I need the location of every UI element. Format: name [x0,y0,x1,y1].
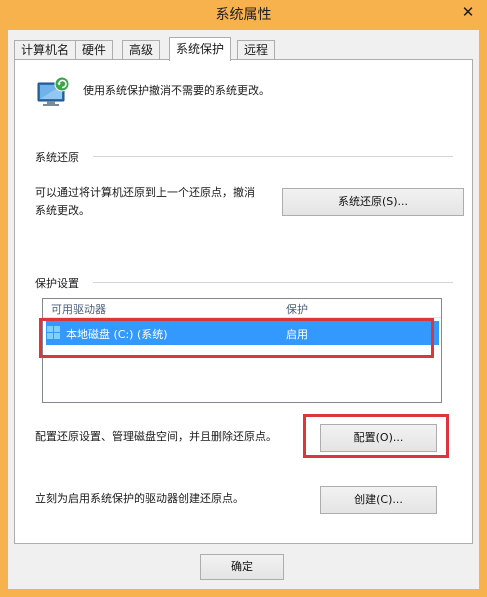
system-restore-button[interactable]: 系统还原(S)... [282,188,464,216]
system-restore-divider [93,156,453,157]
system-restore-description: 可以通过将计算机还原到上一个还原点，撤消 系统更改。 [35,184,285,220]
system-restore-description-line1: 可以通过将计算机还原到上一个还原点，撤消 [35,186,255,199]
tab-hardware[interactable]: 硬件 [75,40,114,59]
window-title: 系统属性 [215,7,272,23]
drive-name: 本地磁盘 (C:) (系统) [66,328,168,341]
dialog-client-area: 计算机名 硬件 高级 系统保护 远程 使用系统保护撤消不需要的系统更改。 系统还… [8,30,479,589]
configure-description: 配置还原设置、管理磁盘空间，并且删除还原点。 [35,430,277,443]
system-properties-window: 系统属性 ✕ 计算机名 硬件 高级 系统保护 远程 使用系统保护撤消不需要的系统… [0,0,487,597]
ok-button[interactable]: 确定 [200,554,284,580]
windows-drive-icon [47,326,60,339]
system-restore-group-label: 系统还原 [35,149,87,165]
tab-advanced[interactable]: 高级 [122,40,161,59]
drive-protection-status: 启用 [286,328,308,341]
available-drives-list[interactable]: 可用驱动器 保护 本地磁盘 (C:) (系统) 启用 [42,298,442,403]
drive-row[interactable]: 本地磁盘 (C:) (系统) 启用 [46,321,439,345]
column-header-protection[interactable]: 保护 [286,301,308,317]
tab-computer-name[interactable]: 计算机名 [14,40,77,59]
system-protection-panel: 使用系统保护撤消不需要的系统更改。 系统还原 可以通过将计算机还原到上一个还原点… [14,59,473,544]
title-bar[interactable]: 系统属性 ✕ [0,0,487,30]
header-description: 使用系统保护撤消不需要的系统更改。 [83,84,270,97]
drive-list-header: 可用驱动器 保护 [43,299,441,318]
create-button[interactable]: 创建(C)... [320,486,437,514]
system-restore-description-line2: 系统更改。 [35,204,90,217]
tab-remote[interactable]: 远程 [237,40,276,59]
protection-settings-group-label: 保护设置 [35,275,87,291]
close-icon[interactable]: ✕ [455,1,481,23]
column-header-drives[interactable]: 可用驱动器 [51,301,106,317]
protection-settings-divider [93,282,453,283]
configure-button[interactable]: 配置(O)... [320,424,437,452]
tab-system-protection[interactable]: 系统保护 [169,37,232,61]
system-protection-icon [37,76,70,106]
create-description: 立刻为启用系统保护的驱动器创建还原点。 [35,492,244,505]
